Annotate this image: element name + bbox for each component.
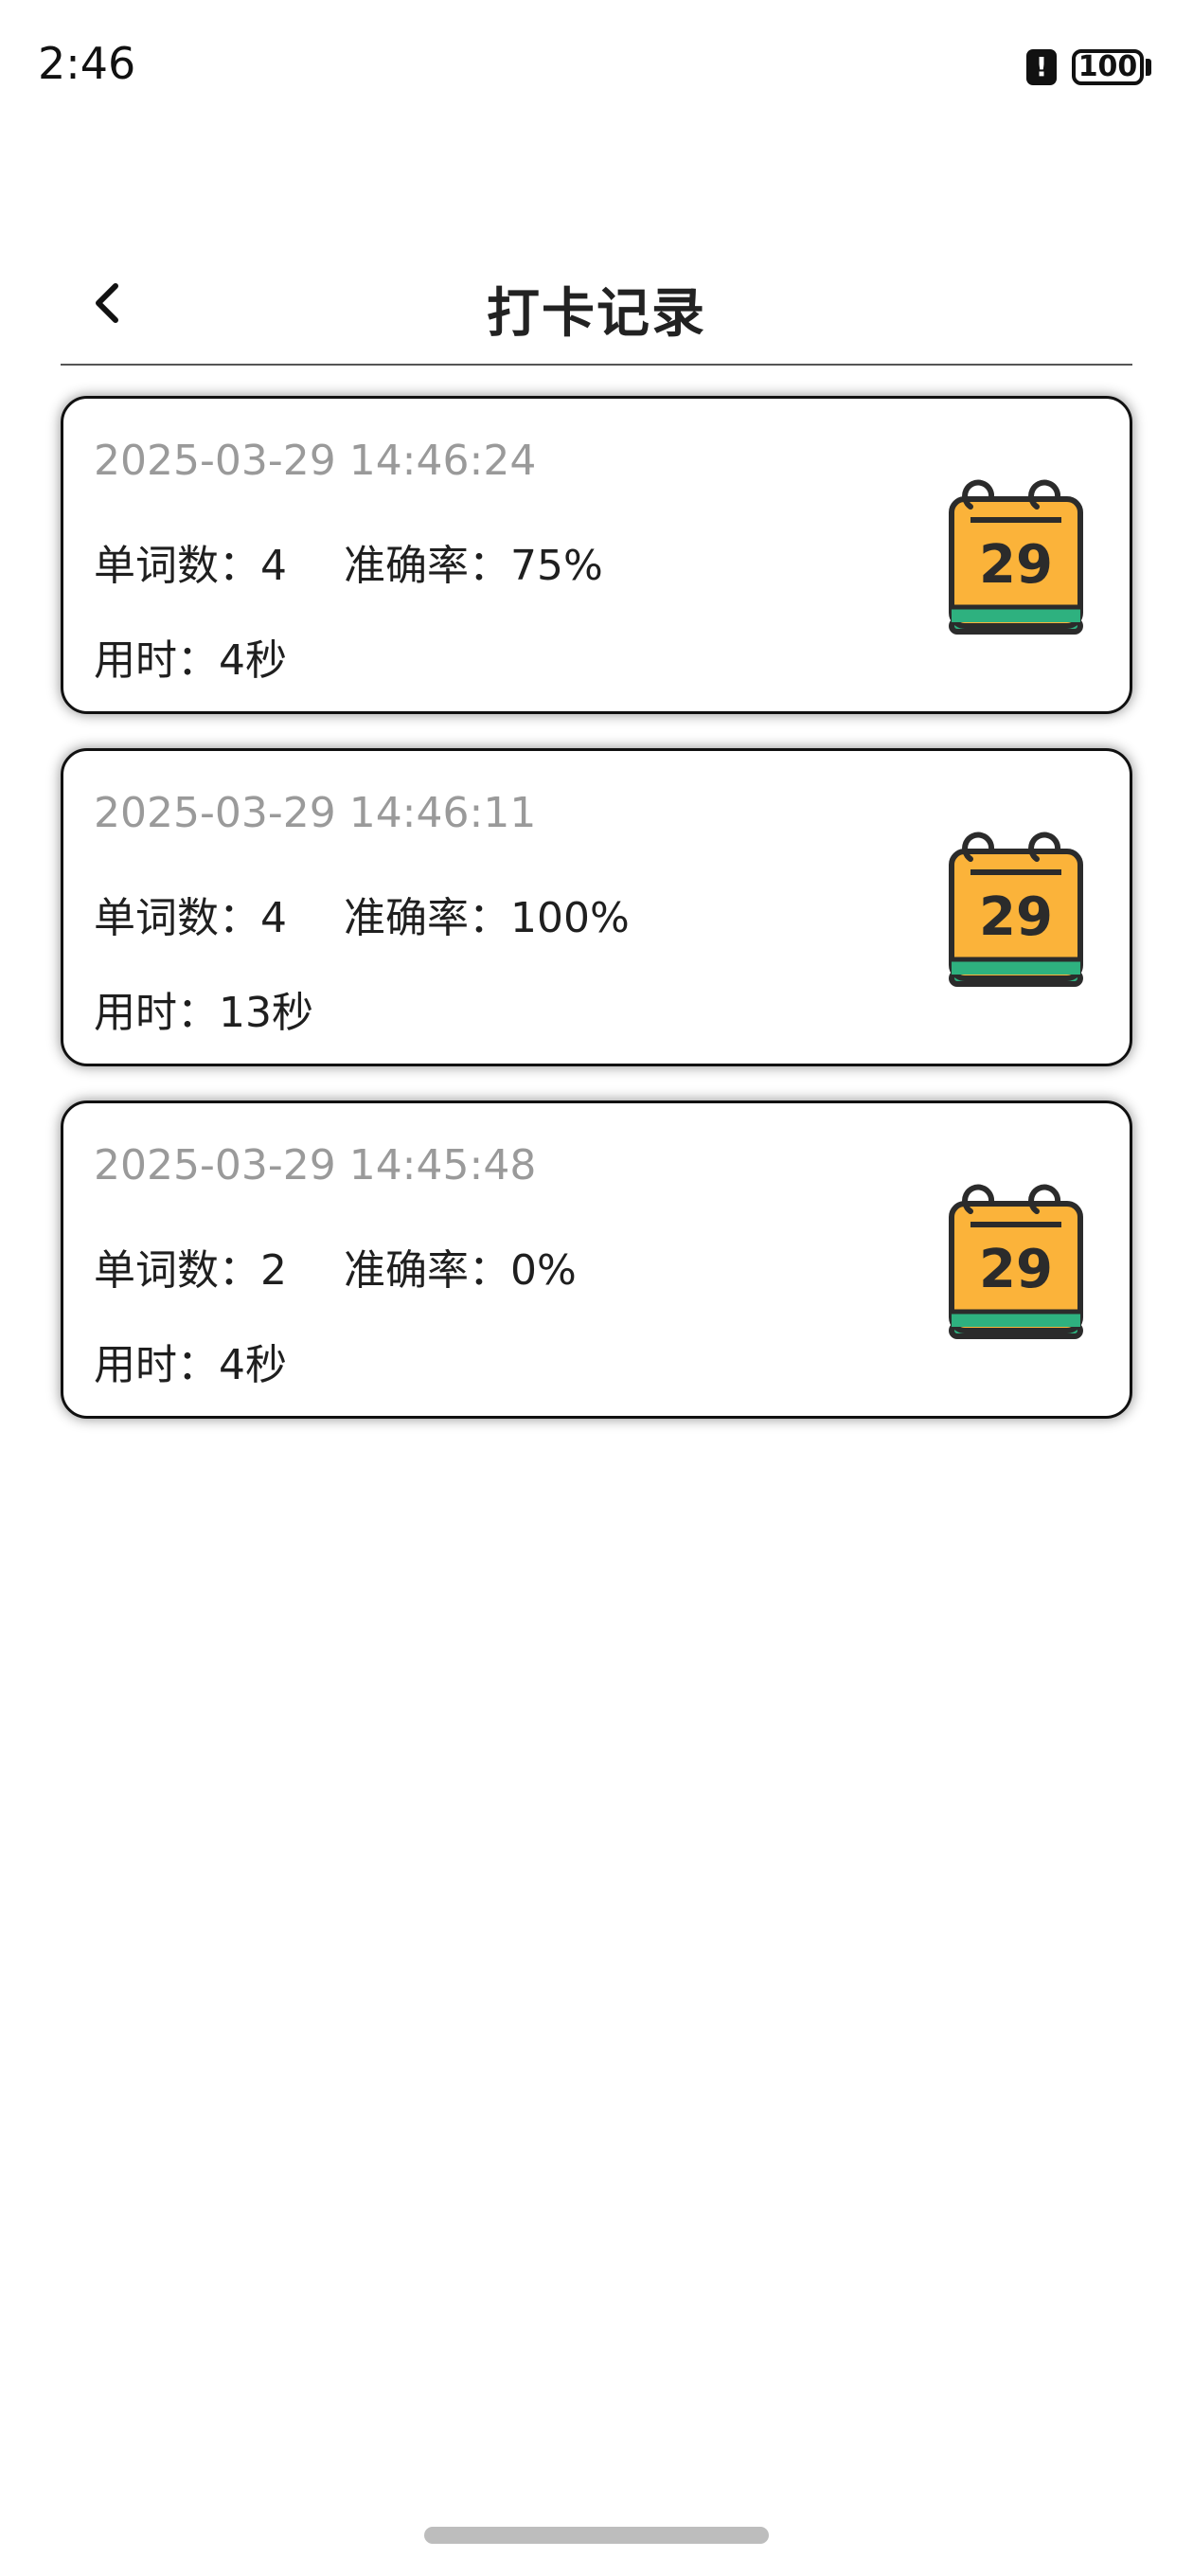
record-duration: 用时：13秒 (94, 989, 313, 1037)
record-word-count: 单词数：4 (94, 542, 287, 590)
record-card[interactable]: 2025-03-29 14:46:24 单词数：4 准确率：75% 用时：4秒 … (61, 396, 1132, 714)
calendar-day: 29 (979, 1239, 1053, 1300)
calendar-day: 29 (979, 886, 1053, 948)
record-card[interactable]: 2025-03-29 14:45:48 单词数：2 准确率：0% 用时：4秒 2… (61, 1100, 1132, 1419)
calendar-icon: 29 (949, 832, 1083, 987)
record-list: 2025-03-29 14:46:24 单词数：4 准确率：75% 用时：4秒 … (61, 396, 1132, 1453)
calendar-icon: 29 (949, 479, 1083, 635)
record-timestamp: 2025-03-29 14:45:48 (94, 1141, 537, 1190)
record-word-count: 单词数：2 (94, 1246, 287, 1295)
record-word-count: 单词数：4 (94, 894, 287, 942)
record-duration: 用时：4秒 (94, 1341, 287, 1389)
record-accuracy: 准确率：100% (344, 894, 630, 942)
header: 打卡记录 (61, 246, 1132, 366)
page-title: 打卡记录 (487, 283, 706, 345)
record-card[interactable]: 2025-03-29 14:46:11 单词数：4 准确率：100% 用时：13… (61, 748, 1132, 1066)
alert-icon: ! (1026, 49, 1057, 85)
record-accuracy: 准确率：75% (344, 542, 603, 590)
record-timestamp: 2025-03-29 14:46:24 (94, 437, 537, 485)
battery-tip (1146, 59, 1151, 76)
home-indicator[interactable] (424, 2527, 769, 2544)
record-timestamp: 2025-03-29 14:46:11 (94, 789, 537, 837)
battery-icon: 100 (1072, 49, 1144, 85)
status-time: 2:46 (38, 38, 136, 89)
record-accuracy: 准确率：0% (344, 1246, 577, 1295)
calendar-icon: 29 (949, 1184, 1083, 1339)
calendar-day: 29 (979, 534, 1053, 596)
status-bar: 2:46 ! 100 (0, 0, 1193, 133)
record-duration: 用时：4秒 (94, 636, 287, 685)
